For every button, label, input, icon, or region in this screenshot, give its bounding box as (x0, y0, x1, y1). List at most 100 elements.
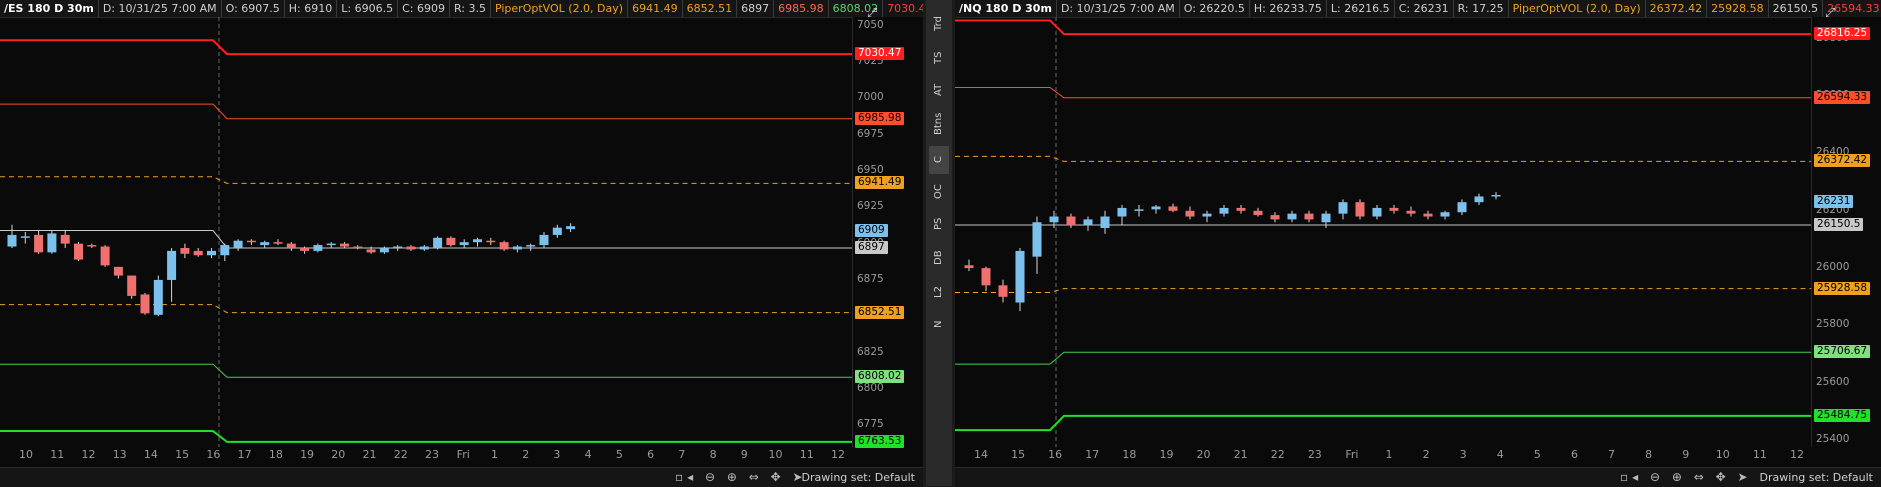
candle-up (1457, 202, 1467, 213)
time-tick: 5 (615, 448, 623, 461)
range-value: R: 17.25 (1454, 0, 1509, 17)
candle-down (998, 285, 1008, 297)
upper-level-1 (0, 103, 852, 120)
lower-expected-move (955, 288, 1811, 293)
candle-up (153, 279, 163, 315)
upper-level-2 (955, 19, 1811, 36)
candle-up (1134, 209, 1144, 211)
range-value: R: 3.5 (450, 0, 491, 17)
candle-up (20, 236, 30, 238)
candle-up (1151, 206, 1161, 210)
price-badge: 26594.33 (1814, 90, 1871, 104)
study-value-6: 7030.47 (883, 0, 923, 17)
symbol-label[interactable]: /ES 180 D 30m (0, 0, 99, 17)
candle-down (1304, 213, 1314, 220)
candle-down (34, 234, 44, 253)
drawing-set-status[interactable]: Drawing set: Default (1760, 471, 1873, 484)
candle-up (1372, 207, 1382, 217)
candle-down (60, 234, 70, 244)
price-tick: 6800 (857, 381, 884, 394)
candle-up (552, 227, 562, 235)
time-tick: 22 (1270, 448, 1285, 461)
sidebar-tab-l2[interactable]: L2 (929, 278, 949, 306)
candle-up (459, 242, 469, 246)
time-tick: 10 (19, 448, 33, 461)
upper-level-2 (0, 39, 852, 56)
price-tick: 6825 (857, 345, 884, 358)
time-tick: 19 (300, 448, 315, 461)
price-badge: 25706.67 (1814, 345, 1871, 359)
sidebar-tab-btns[interactable]: Btns (929, 110, 949, 138)
sidebar-tab-oc[interactable]: OC (929, 178, 949, 206)
sidebar-tab-db[interactable]: DB (929, 244, 949, 272)
close-value: C: 6909 (398, 0, 450, 17)
candle-down (964, 265, 974, 269)
price-badge: 26816.25 (1814, 27, 1871, 41)
candle-up (1015, 250, 1025, 303)
time-tick: 9 (1682, 448, 1690, 461)
candle-down (1066, 216, 1076, 226)
symbol-label[interactable]: /NQ 180 D 30m (955, 0, 1057, 17)
sidebar-tab-at[interactable]: AT (929, 76, 949, 104)
chart-header: /ES 180 D 30m D: 10/31/25 7:00 AM O: 6907.… (0, 0, 923, 18)
time-tick: 20 (331, 448, 346, 461)
sidebar-tab-trd[interactable]: Trd (929, 10, 949, 38)
sidebar-tab-c[interactable]: C (929, 146, 949, 174)
drawing-set-status[interactable]: Drawing set: Default (802, 471, 915, 484)
es-price-axis[interactable]: 7050702570006975695069256900687568506825… (852, 17, 923, 448)
nq-price-plot[interactable] (955, 17, 1811, 447)
price-badge: 6941.49 (855, 176, 905, 190)
price-tick: 6775 (857, 418, 884, 431)
time-tick: 14 (974, 448, 988, 461)
close-value: C: 26231 (1395, 0, 1454, 17)
price-tick: 25600 (1816, 375, 1850, 388)
candle-up (313, 245, 323, 251)
time-tick: 14 (143, 448, 158, 461)
sidebar-tab-n[interactable]: N (929, 310, 949, 338)
lower-expected-move (0, 304, 852, 314)
time-tick: 6 (1570, 448, 1578, 461)
es-chart-panel[interactable]: /ES 180 D 30m D: 10/31/25 7:00 AM O: 6907.… (0, 0, 923, 487)
time-tick: 4 (584, 448, 592, 461)
time-tick: 2 (522, 448, 530, 461)
time-tick: 18 (1122, 448, 1137, 461)
time-tick: 11 (1752, 448, 1767, 461)
sidebar-tab-ts[interactable]: TS (929, 44, 949, 72)
candle-down (273, 242, 283, 244)
candle-down (340, 243, 349, 247)
candle-down (1389, 207, 1399, 211)
zoom-pan-icons[interactable]: ▫◂ ⊖ ⊕ ⇔ ✥ ➤ (1620, 470, 1752, 484)
candle-down (1185, 210, 1195, 217)
price-badge: 6763.53 (855, 434, 905, 448)
candle-down (1236, 207, 1246, 211)
study-value-3: 26150.5 (1769, 0, 1824, 17)
candle-up (1202, 213, 1212, 217)
price-tick: 25800 (1816, 318, 1850, 331)
time-tick: 22 (393, 448, 408, 461)
upper-level-1 (955, 87, 1811, 99)
price-badge: 26372.42 (1814, 154, 1871, 168)
candle-up (419, 246, 429, 250)
study-name[interactable]: PiperOptVOL (2.0, Day) (491, 0, 629, 17)
candle-down (246, 240, 256, 243)
study-value-2: 6852.51 (683, 0, 738, 17)
candle-up (1032, 222, 1042, 257)
candle-down (1168, 206, 1178, 211)
es-price-plot[interactable] (0, 17, 852, 447)
bottom-toolbar: ▫◂ ⊖ ⊕ ⇔ ✥ ➤ Drawing set: Default (0, 467, 923, 487)
zoom-pan-icons[interactable]: ▫◂ ⊖ ⊕ ⇔ ✥ ➤ (675, 470, 807, 484)
nq-chart-panel[interactable]: /NQ 180 D 30m D: 10/31/25 7:00 AM O: 26220… (955, 0, 1881, 487)
candle-up (1491, 195, 1501, 197)
study-name[interactable]: PiperOptVOL (2.0, Day) (1509, 0, 1646, 17)
nq-time-axis[interactable]: 14 15 16 17 18 19 20 21 22 23 Fri 1 2 3 4 5 6 7 8 9 10 11 12 (955, 448, 1811, 468)
upper-expected-move (955, 155, 1811, 162)
sidebar-tab-ps[interactable]: PS (929, 210, 949, 238)
candle-up (47, 233, 57, 253)
candle-up (1338, 202, 1348, 214)
es-time-axis[interactable]: 10 11 12 13 14 15 16 17 18 19 20 21 22 23 Fri 1 2 3 4 5 6 7 8 9… (0, 448, 852, 468)
nq-price-axis[interactable]: 2680026600264002620026000258002560025400… (1811, 17, 1881, 447)
candle-down (366, 249, 376, 253)
time-tick: Fri (1345, 448, 1359, 461)
price-badge: 25484.75 (1814, 408, 1871, 422)
candle-up (1287, 213, 1297, 220)
